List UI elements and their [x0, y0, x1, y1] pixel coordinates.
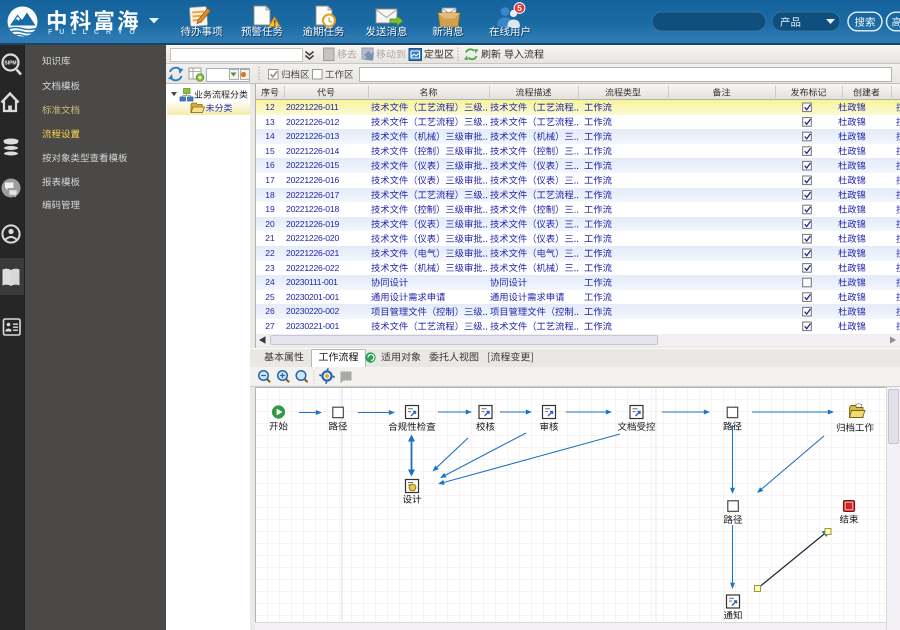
svg-text:5: 5: [517, 3, 522, 13]
svg-text:SIPM: SIPM: [4, 61, 16, 67]
